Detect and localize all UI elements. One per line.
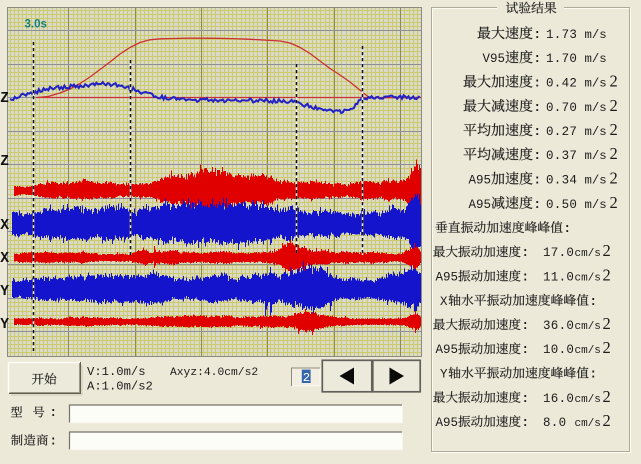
svg-text:10.0: 10.0 — [543, 343, 574, 357]
svg-text:A95: A95 — [469, 174, 492, 188]
svg-text:2: 2 — [610, 120, 618, 139]
svg-text:cm/s: cm/s — [575, 394, 601, 406]
svg-text:Y: Y — [0, 317, 9, 333]
svg-text::: : — [534, 52, 542, 66]
svg-text::: : — [590, 368, 598, 382]
svg-text:0.42: 0.42 — [546, 77, 577, 91]
svg-text:8.0: 8.0 — [543, 416, 566, 430]
svg-text:A95: A95 — [436, 416, 459, 430]
svg-text:2: 2 — [603, 387, 611, 406]
svg-text:16.0: 16.0 — [543, 392, 574, 406]
svg-text::: : — [522, 416, 530, 430]
svg-text:Axyz:4.0cm/s2: Axyz:4.0cm/s2 — [170, 367, 258, 379]
svg-text:m/s: m/s — [585, 101, 607, 115]
svg-text:V:1.0m/s: V:1.0m/s — [87, 365, 146, 379]
svg-text:2: 2 — [610, 72, 618, 91]
svg-text:m/s: m/s — [585, 174, 607, 188]
svg-text:2: 2 — [610, 144, 618, 163]
svg-text::: : — [522, 343, 530, 357]
svg-text:3.0s: 3.0s — [25, 19, 47, 31]
svg-text:A:1.0m/s2: A:1.0m/s2 — [87, 379, 153, 393]
svg-text:36.0: 36.0 — [543, 319, 574, 333]
svg-text:cm/s: cm/s — [575, 273, 601, 285]
svg-text:Y: Y — [0, 284, 9, 300]
svg-text:cm/s: cm/s — [575, 418, 601, 430]
svg-text:2: 2 — [603, 411, 611, 430]
svg-text::: : — [522, 319, 530, 333]
svg-text:1.73: 1.73 — [546, 28, 577, 42]
svg-text:17.0: 17.0 — [543, 246, 574, 260]
svg-text::: : — [534, 125, 542, 139]
svg-text:m/s: m/s — [585, 52, 607, 66]
svg-text:X: X — [440, 295, 448, 309]
svg-text:2: 2 — [603, 241, 611, 260]
svg-text:2: 2 — [610, 193, 618, 212]
svg-text:A95: A95 — [469, 198, 492, 212]
svg-text::: : — [50, 406, 58, 420]
svg-text::: : — [522, 271, 530, 285]
svg-text:0.50: 0.50 — [546, 198, 577, 212]
svg-text:X: X — [0, 218, 9, 234]
svg-text:2: 2 — [610, 96, 618, 115]
svg-text:m/s: m/s — [585, 125, 607, 139]
svg-text:A95: A95 — [436, 271, 459, 285]
svg-text:X: X — [0, 251, 9, 267]
svg-text:2: 2 — [603, 314, 611, 333]
svg-text::: : — [522, 392, 530, 406]
svg-text:1.70: 1.70 — [546, 52, 577, 66]
svg-text::: : — [534, 28, 542, 42]
svg-text:0.37: 0.37 — [546, 149, 577, 163]
svg-text::: : — [50, 434, 58, 448]
svg-text::: : — [534, 149, 542, 163]
svg-text::: : — [534, 174, 542, 188]
svg-text:m/s: m/s — [585, 77, 607, 91]
svg-text:0.34: 0.34 — [546, 174, 577, 188]
svg-text:cm/s: cm/s — [575, 345, 601, 357]
svg-text::: : — [534, 77, 542, 91]
svg-text::: : — [522, 246, 530, 260]
svg-text:m/s: m/s — [585, 28, 607, 42]
svg-text:A95: A95 — [436, 343, 459, 357]
svg-text:m/s: m/s — [585, 198, 607, 212]
svg-text:0.70: 0.70 — [546, 101, 577, 115]
svg-text::: : — [590, 295, 598, 309]
svg-text:Z: Z — [0, 154, 9, 170]
svg-text:2: 2 — [303, 371, 310, 385]
svg-text:V95: V95 — [483, 52, 506, 66]
svg-text:cm/s: cm/s — [575, 248, 601, 260]
svg-text:Z: Z — [0, 91, 9, 107]
svg-text:0.27: 0.27 — [546, 125, 577, 139]
svg-text:cm/s: cm/s — [575, 321, 601, 333]
svg-text:m/s: m/s — [585, 149, 607, 163]
svg-text:11.0: 11.0 — [543, 271, 574, 285]
svg-text::: : — [564, 222, 572, 236]
svg-text::: : — [534, 198, 542, 212]
svg-text:2: 2 — [610, 169, 618, 188]
svg-text:2: 2 — [603, 266, 611, 285]
svg-text:2: 2 — [603, 338, 611, 357]
svg-text::: : — [534, 101, 542, 115]
svg-text:Y: Y — [440, 368, 448, 382]
